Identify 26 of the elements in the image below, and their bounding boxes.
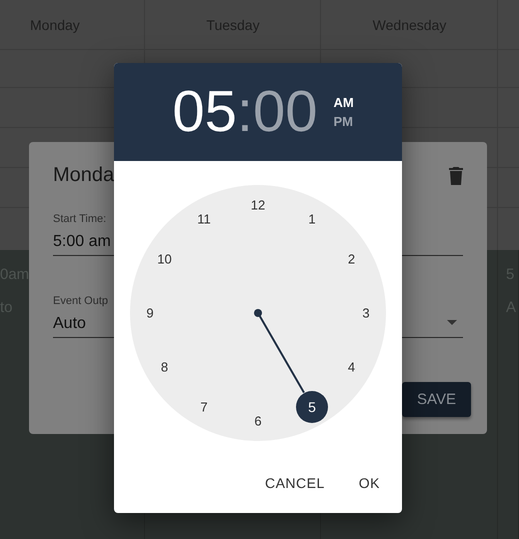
dial-number[interactable]: 1 <box>308 212 316 226</box>
dial-number[interactable]: 6 <box>254 414 262 428</box>
period-toggle[interactable]: PM <box>333 114 354 129</box>
dial-number[interactable]: 9 <box>146 306 154 320</box>
dial-number[interactable]: 11 <box>197 212 211 226</box>
dial-number[interactable]: 3 <box>362 306 370 320</box>
field-label: Start Time: <box>53 213 106 225</box>
save-button[interactable]: SAVE <box>402 382 471 417</box>
selected-hour[interactable]: 5 <box>296 390 328 423</box>
cancel-button[interactable]: CANCEL <box>254 469 335 497</box>
dial-number[interactable]: 7 <box>200 400 208 414</box>
dial-number[interactable]: 10 <box>157 252 172 266</box>
hour-display[interactable]: 05 <box>172 83 237 141</box>
dial-number[interactable]: 4 <box>348 360 356 374</box>
time-separator: : <box>236 83 253 141</box>
ok-button[interactable]: OK <box>348 469 390 497</box>
dial-number[interactable]: 2 <box>348 252 356 266</box>
minute-display[interactable]: 00 <box>252 83 318 141</box>
caret-icon <box>447 320 457 325</box>
dial-number[interactable]: 8 <box>160 360 168 374</box>
delete-icon[interactable] <box>449 166 463 184</box>
period-toggle[interactable]: AM <box>333 95 354 110</box>
clock-face[interactable]: 12 1 2 3 4 5 6 7 8 9 10 11 <box>130 185 386 441</box>
field-label: Event Outp <box>53 295 108 307</box>
dialog-title: Monda <box>53 164 114 187</box>
dial-number[interactable]: 12 <box>250 198 266 212</box>
